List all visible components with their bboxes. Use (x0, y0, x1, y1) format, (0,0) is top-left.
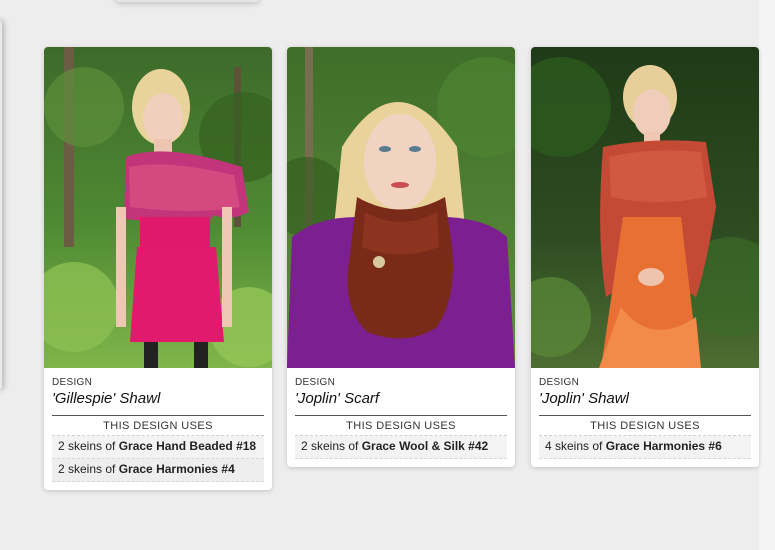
yarn-usage-row[interactable]: 2 skeins of Grace Hand Beaded #18 (52, 436, 264, 459)
yarn-usage-row[interactable]: 2 skeins of Grace Wool & Silk #42 (295, 436, 507, 459)
yarn-usage-row[interactable]: 2 skeins of Grace Harmonies #4 (52, 459, 264, 482)
design-photo[interactable] (44, 47, 272, 368)
uses-heading: THIS DESIGN USES (52, 416, 264, 436)
yarn-name[interactable]: Grace Harmonies #4 (119, 462, 235, 476)
design-info: DESIGN 'Gillespie' Shawl THIS DESIGN USE… (44, 368, 272, 490)
yarn-name[interactable]: Grace Hand Beaded #18 (119, 439, 256, 453)
design-title[interactable]: 'Joplin' Shawl (539, 390, 751, 416)
design-label: DESIGN (539, 377, 580, 388)
uses-heading: THIS DESIGN USES (539, 416, 751, 436)
design-info: DESIGN 'Joplin' Scarf THIS DESIGN USES 2… (287, 368, 515, 467)
yarn-quantity: 2 skeins of (58, 439, 119, 453)
design-photo[interactable] (531, 47, 759, 368)
design-label: DESIGN (52, 377, 93, 388)
design-info: DESIGN 'Joplin' Shawl THIS DESIGN USES 4… (531, 368, 759, 467)
design-label: DESIGN (295, 377, 336, 388)
side-panel-edge (0, 20, 2, 390)
yarn-quantity: 4 skeins of (545, 439, 606, 453)
design-card-joplin-shawl[interactable]: DESIGN 'Joplin' Shawl THIS DESIGN USES 4… (531, 47, 759, 467)
uses-heading: THIS DESIGN USES (295, 416, 507, 436)
yarn-name[interactable]: Grace Wool & Silk #42 (362, 439, 489, 453)
yarn-quantity: 2 skeins of (301, 439, 362, 453)
design-photo[interactable] (287, 47, 515, 368)
page-scroll-gutter (759, 0, 775, 550)
yarn-name[interactable]: Grace Harmonies #6 (606, 439, 722, 453)
design-card-gillespie-shawl[interactable]: DESIGN 'Gillespie' Shawl THIS DESIGN USE… (44, 47, 272, 490)
yarn-usage-row[interactable]: 4 skeins of Grace Harmonies #6 (539, 436, 751, 459)
overlapping-panel-edge (115, 0, 260, 2)
design-title[interactable]: 'Gillespie' Shawl (52, 390, 264, 416)
design-title[interactable]: 'Joplin' Scarf (295, 390, 507, 416)
design-card-joplin-scarf[interactable]: DESIGN 'Joplin' Scarf THIS DESIGN USES 2… (287, 47, 515, 467)
yarn-quantity: 2 skeins of (58, 462, 119, 476)
